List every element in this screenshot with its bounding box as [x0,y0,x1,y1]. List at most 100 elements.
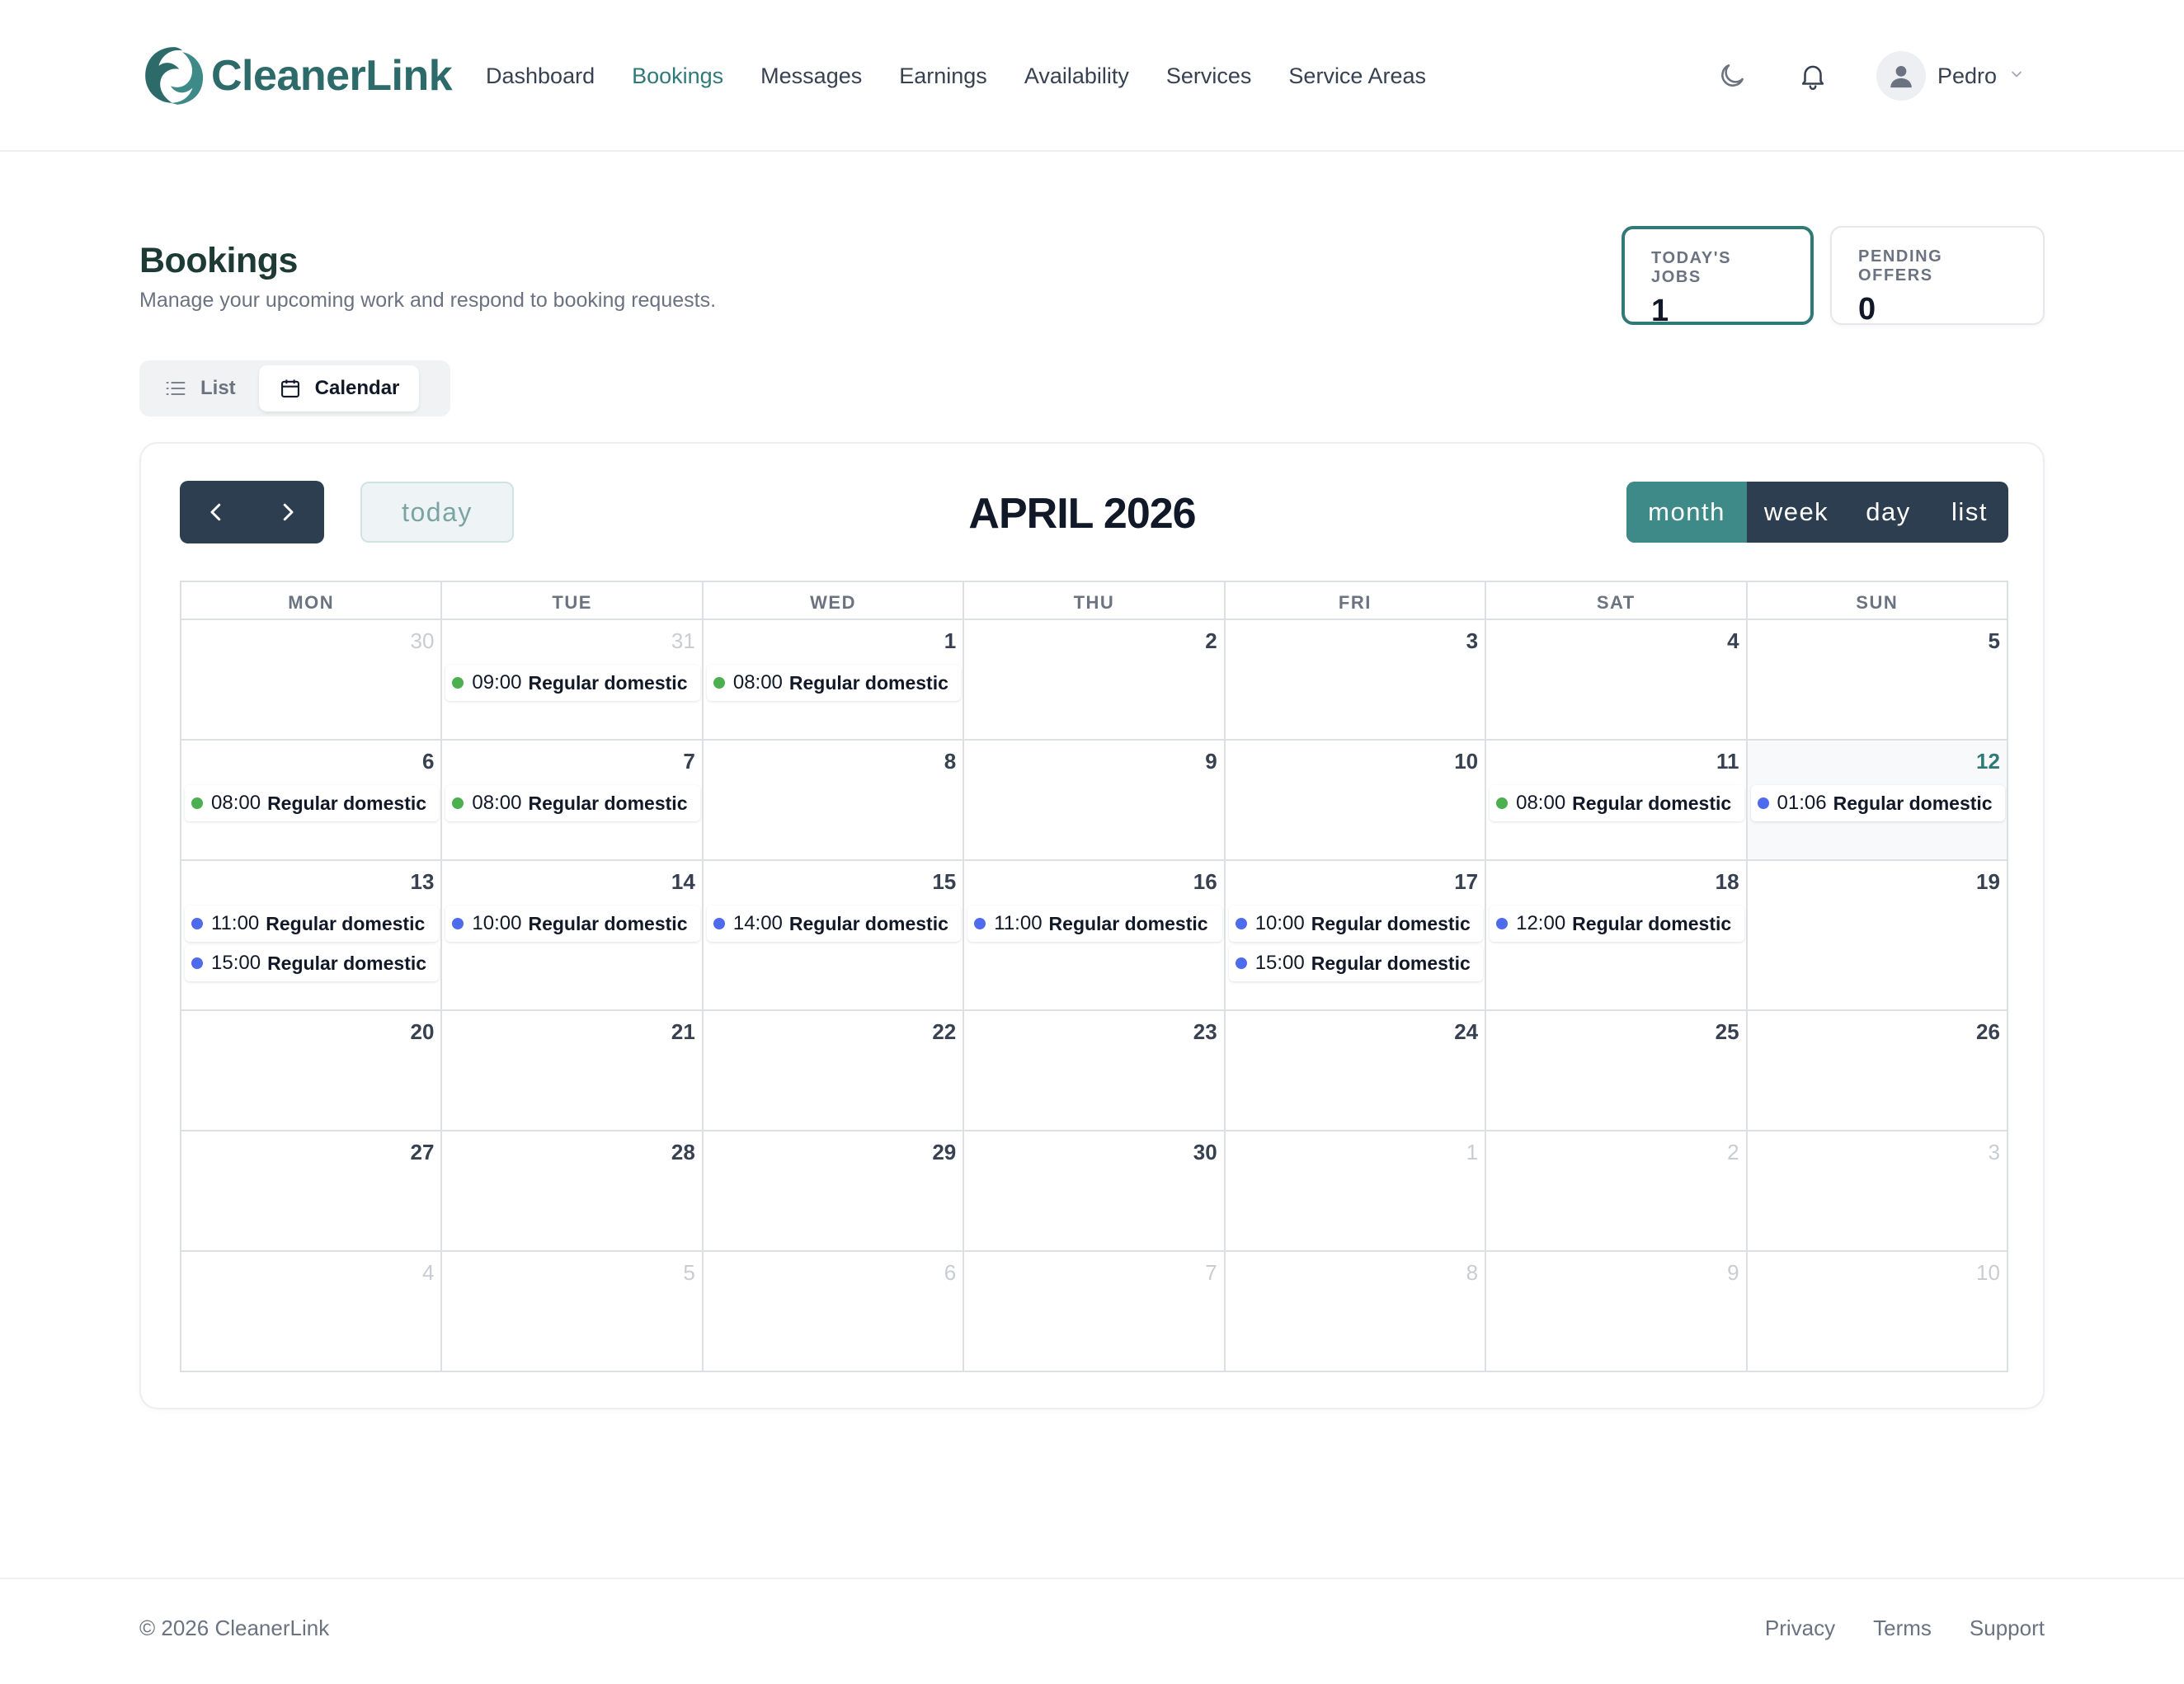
day-number[interactable]: 16 [1193,869,1217,895]
booking-event[interactable]: 15:00 Regular domestic [1228,945,1484,981]
calendar-day[interactable]: 5 [442,1252,704,1371]
day-number[interactable]: 6 [944,1260,956,1286]
day-number[interactable]: 8 [1466,1260,1478,1286]
booking-event[interactable]: 08:00 Regular domestic [706,665,962,701]
booking-event[interactable]: 08:00 Regular domestic [1490,785,1744,821]
notifications-button[interactable] [1795,58,1831,94]
calendar-day[interactable]: 22 [704,1011,965,1130]
user-menu[interactable]: Pedro [1876,51,2025,101]
day-number[interactable]: 15 [932,869,956,895]
day-number[interactable]: 23 [1193,1019,1217,1045]
calendar-day[interactable]: 9 [1486,1252,1748,1371]
booking-event[interactable]: 08:00 Regular domestic [185,785,440,821]
nav-service-areas[interactable]: Service Areas [1288,58,1426,94]
calendar-day[interactable]: 19 [1748,861,2007,1009]
calendar-day[interactable]: 31 09:00 Regular domestic [442,620,704,739]
stat-pending-offers[interactable]: PENDING OFFERS 0 [1830,226,2045,327]
booking-event[interactable]: 10:00 Regular domestic [1228,906,1484,942]
calendar-day[interactable]: 25 [1486,1011,1748,1130]
booking-event[interactable]: 10:00 Regular domestic [445,906,700,942]
calendar-day[interactable]: 9 [964,741,1226,859]
day-number[interactable]: 30 [1193,1140,1217,1165]
month-view-button[interactable]: month [1626,482,1747,543]
day-number[interactable]: 10 [1454,749,1478,774]
day-number[interactable]: 28 [671,1140,695,1165]
day-number[interactable]: 6 [422,749,434,774]
booking-event[interactable]: 15:00 Regular domestic [185,945,440,981]
calendar-day[interactable]: 28 [442,1131,704,1250]
nav-availability[interactable]: Availability [1024,58,1129,94]
calendar-day[interactable]: 3 [1748,1131,2007,1250]
day-number[interactable]: 5 [683,1260,694,1286]
day-number[interactable]: 10 [1976,1260,2000,1286]
brand-logo[interactable]: CleanerLink [140,43,453,109]
day-number[interactable]: 4 [1727,628,1739,654]
day-number[interactable]: 5 [1988,628,1999,654]
calendar-day[interactable]: 8 [1226,1252,1487,1371]
list-view-switch-button[interactable]: list [1931,482,2008,543]
nav-bookings[interactable]: Bookings [632,58,723,94]
calendar-day[interactable]: 20 [181,1011,443,1130]
calendar-day[interactable]: 10 [1226,741,1487,859]
day-number[interactable]: 11 [1716,749,1739,774]
list-view-button[interactable]: List [144,365,256,412]
booking-event[interactable]: 11:00 Regular domestic [967,906,1222,942]
nav-services[interactable]: Services [1166,58,1252,94]
day-number[interactable]: 22 [932,1019,956,1045]
calendar-day[interactable]: 6 08:00 Regular domestic [181,741,443,859]
day-number[interactable]: 24 [1454,1019,1478,1045]
day-number[interactable]: 21 [671,1019,695,1045]
day-number[interactable]: 8 [944,749,956,774]
calendar-day[interactable]: 14 10:00 Regular domestic [442,861,704,1009]
day-number[interactable]: 4 [422,1260,434,1286]
day-number[interactable]: 3 [1988,1140,1999,1165]
day-number[interactable]: 12 [1976,749,2000,774]
calendar-day[interactable]: 1 08:00 Regular domestic [704,620,965,739]
calendar-day[interactable]: 2 [1486,1131,1748,1250]
booking-event[interactable]: 14:00 Regular domestic [706,906,962,942]
day-number[interactable]: 29 [932,1140,956,1165]
day-number[interactable]: 19 [1976,869,2000,895]
calendar-day[interactable]: 8 [704,741,965,859]
calendar-day[interactable]: 4 [1486,620,1748,739]
day-number[interactable]: 20 [411,1019,435,1045]
day-number[interactable]: 13 [411,869,435,895]
calendar-day[interactable]: 23 [964,1011,1226,1130]
day-number[interactable]: 7 [1205,1260,1217,1286]
day-number[interactable]: 9 [1205,749,1217,774]
day-number[interactable]: 25 [1716,1019,1739,1045]
calendar-day[interactable]: 7 08:00 Regular domestic [442,741,704,859]
calendar-day[interactable]: 3 [1226,620,1487,739]
day-view-button[interactable]: day [1846,482,1931,543]
calendar-day[interactable]: 6 [704,1252,965,1371]
theme-toggle-button[interactable] [1714,58,1750,94]
calendar-day[interactable]: 11 08:00 Regular domestic [1486,741,1748,859]
nav-dashboard[interactable]: Dashboard [486,58,595,94]
day-number[interactable]: 9 [1727,1260,1739,1286]
calendar-day[interactable]: 16 11:00 Regular domestic [964,861,1226,1009]
calendar-day[interactable]: 26 [1748,1011,2007,1130]
nav-earnings[interactable]: Earnings [899,58,987,94]
calendar-day[interactable]: 7 [964,1252,1226,1371]
booking-event[interactable]: 11:00 Regular domestic [185,906,440,942]
calendar-day[interactable]: 30 [964,1131,1226,1250]
calendar-day[interactable]: 1 [1226,1131,1487,1250]
booking-event[interactable]: 08:00 Regular domestic [445,785,700,821]
calendar-day[interactable]: 21 [442,1011,704,1130]
calendar-view-button[interactable]: Calendar [258,365,420,412]
booking-event[interactable]: 01:06 Regular domestic [1750,785,2005,821]
calendar-day[interactable]: 27 [181,1131,443,1250]
booking-event[interactable]: 12:00 Regular domestic [1490,906,1744,942]
calendar-day[interactable]: 2 [964,620,1226,739]
booking-event[interactable]: 09:00 Regular domestic [445,665,700,701]
day-number[interactable]: 27 [411,1140,435,1165]
calendar-day[interactable]: 10 [1748,1252,2007,1371]
calendar-day[interactable]: 30 [181,620,443,739]
day-number[interactable]: 1 [1466,1140,1478,1165]
day-number[interactable]: 31 [671,628,695,654]
day-number[interactable]: 26 [1976,1019,2000,1045]
day-number[interactable]: 7 [683,749,694,774]
day-number[interactable]: 18 [1716,869,1739,895]
calendar-day[interactable]: 4 [181,1252,443,1371]
day-number[interactable]: 3 [1466,628,1478,654]
